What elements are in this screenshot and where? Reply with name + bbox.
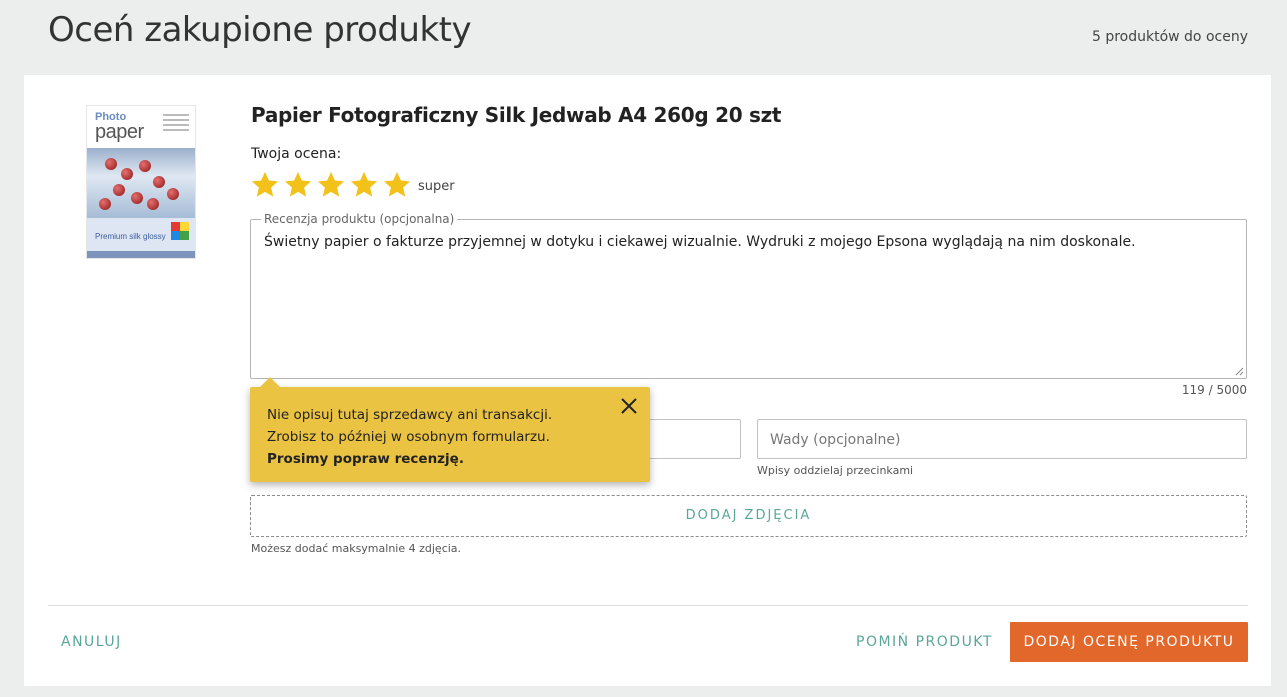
cons-input[interactable]: Wady (opcjonalne) — [757, 419, 1247, 459]
review-char-count: 119 / 5000 — [1181, 383, 1247, 397]
star-icon[interactable] — [283, 170, 313, 200]
review-textarea[interactable]: Recenzja produktu (opcjonalna) Świetny p… — [250, 212, 1247, 379]
tooltip-line-3: Prosimy popraw recenzję. — [267, 451, 464, 467]
star-icon[interactable] — [349, 170, 379, 200]
close-icon[interactable] — [620, 397, 638, 415]
products-to-rate-count: 5 produktów do oceny — [1091, 29, 1248, 45]
rating-label: Twoja ocena: — [251, 146, 342, 162]
star-rating[interactable] — [250, 170, 412, 200]
product-image: Photo paper Premium silk glossy — [86, 105, 196, 259]
photos-hint: Możesz dodać maksymalnie 4 zdjęcia. — [251, 542, 462, 555]
colorway-logo — [171, 222, 189, 240]
review-legend: Recenzja produktu (opcjonalna) — [261, 212, 458, 226]
product-image-brand-paper: paper — [95, 121, 144, 143]
page-title: Oceń zakupione produkty — [48, 10, 472, 50]
review-card: Photo paper Premium silk glossy Papier F… — [24, 75, 1271, 686]
product-image-subtitle: Premium silk glossy — [95, 232, 166, 241]
cancel-button[interactable]: ANULUJ — [61, 634, 122, 650]
tooltip-message: Nie opisuj tutaj sprzedawcy ani transakc… — [267, 404, 552, 470]
divider — [48, 605, 1248, 606]
star-icon[interactable] — [382, 170, 412, 200]
resize-handle-icon[interactable] — [1235, 367, 1244, 376]
add-photos-button[interactable]: DODAJ ZDJĘCIA — [250, 495, 1247, 537]
product-name: Papier Fotograficzny Silk Jedwab A4 260g… — [251, 103, 782, 127]
star-icon[interactable] — [316, 170, 346, 200]
skip-product-button[interactable]: POMIŃ PRODUKT — [856, 634, 993, 650]
cons-hint: Wpisy oddzielaj przecinkami — [757, 464, 914, 477]
submit-review-button[interactable]: DODAJ OCENĘ PRODUKTU — [1010, 622, 1248, 662]
cons-placeholder: Wady (opcjonalne) — [770, 432, 901, 448]
tooltip-line-1: Nie opisuj tutaj sprzedawcy ani transakc… — [267, 407, 553, 423]
star-icon[interactable] — [250, 170, 280, 200]
tooltip-arrow — [260, 377, 280, 387]
tooltip-line-2: Zrobisz to później w osobnym formularzu. — [267, 429, 550, 445]
rating-text: super — [418, 179, 455, 194]
warning-tooltip: Nie opisuj tutaj sprzedawcy ani transakc… — [250, 377, 650, 482]
review-text[interactable]: Świetny papier o fakturze przyjemnej w d… — [264, 232, 1234, 252]
